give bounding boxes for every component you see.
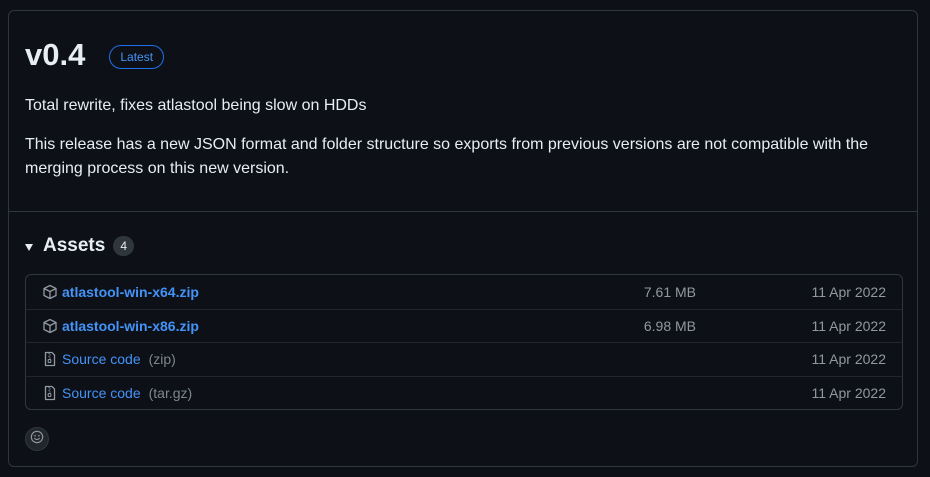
release-summary: Total rewrite, fixes atlastool being slo…	[25, 97, 367, 114]
asset-link[interactable]: atlastool-win-x64.zip	[62, 284, 199, 300]
asset-link[interactable]: atlastool-win-x86.zip	[62, 318, 199, 334]
asset-date: 11 Apr 2022	[811, 384, 886, 401]
asset-size: 7.61 MB	[643, 283, 696, 300]
file-zip-icon	[42, 385, 58, 401]
assets-count-badge: 4	[113, 236, 135, 256]
asset-row: atlastool-win-x64.zip 7.61 MB 11 Apr 202…	[26, 275, 902, 309]
assets-list: atlastool-win-x64.zip 7.61 MB 11 Apr 202…	[25, 274, 903, 410]
asset-format: (tar.gz)	[148, 384, 193, 401]
latest-badge: Latest	[109, 45, 165, 69]
package-icon	[42, 318, 58, 334]
asset-link[interactable]: Source code	[62, 385, 141, 401]
divider	[9, 211, 917, 212]
release-body: This release has a new JSON format and f…	[25, 136, 869, 177]
asset-link[interactable]: Source code	[62, 351, 141, 367]
assets-title: Assets	[43, 235, 106, 256]
asset-date: 11 Apr 2022	[811, 351, 886, 368]
add-reaction-button[interactable]	[25, 427, 49, 451]
asset-size: 6.98 MB	[643, 317, 696, 334]
asset-row: atlastool-win-x86.zip 6.98 MB 11 Apr 202…	[26, 308, 902, 343]
release-header: v0.4 Latest	[25, 35, 165, 75]
asset-format: (zip)	[148, 351, 176, 368]
release-card: v0.4 Latest Total rewrite, fixes atlasto…	[8, 10, 918, 467]
asset-date: 11 Apr 2022	[811, 283, 886, 300]
asset-row: Source code (tar.gz) 11 Apr 2022	[26, 375, 902, 410]
asset-date: 11 Apr 2022	[811, 317, 886, 334]
package-icon	[42, 284, 58, 300]
file-zip-icon	[42, 351, 58, 367]
release-title[interactable]: v0.4	[25, 35, 85, 75]
asset-row: Source code (zip) 11 Apr 2022	[26, 342, 902, 376]
assets-toggle[interactable]: Assets 4	[25, 235, 135, 257]
caret-down-icon	[25, 243, 33, 251]
smiley-icon	[30, 430, 44, 449]
